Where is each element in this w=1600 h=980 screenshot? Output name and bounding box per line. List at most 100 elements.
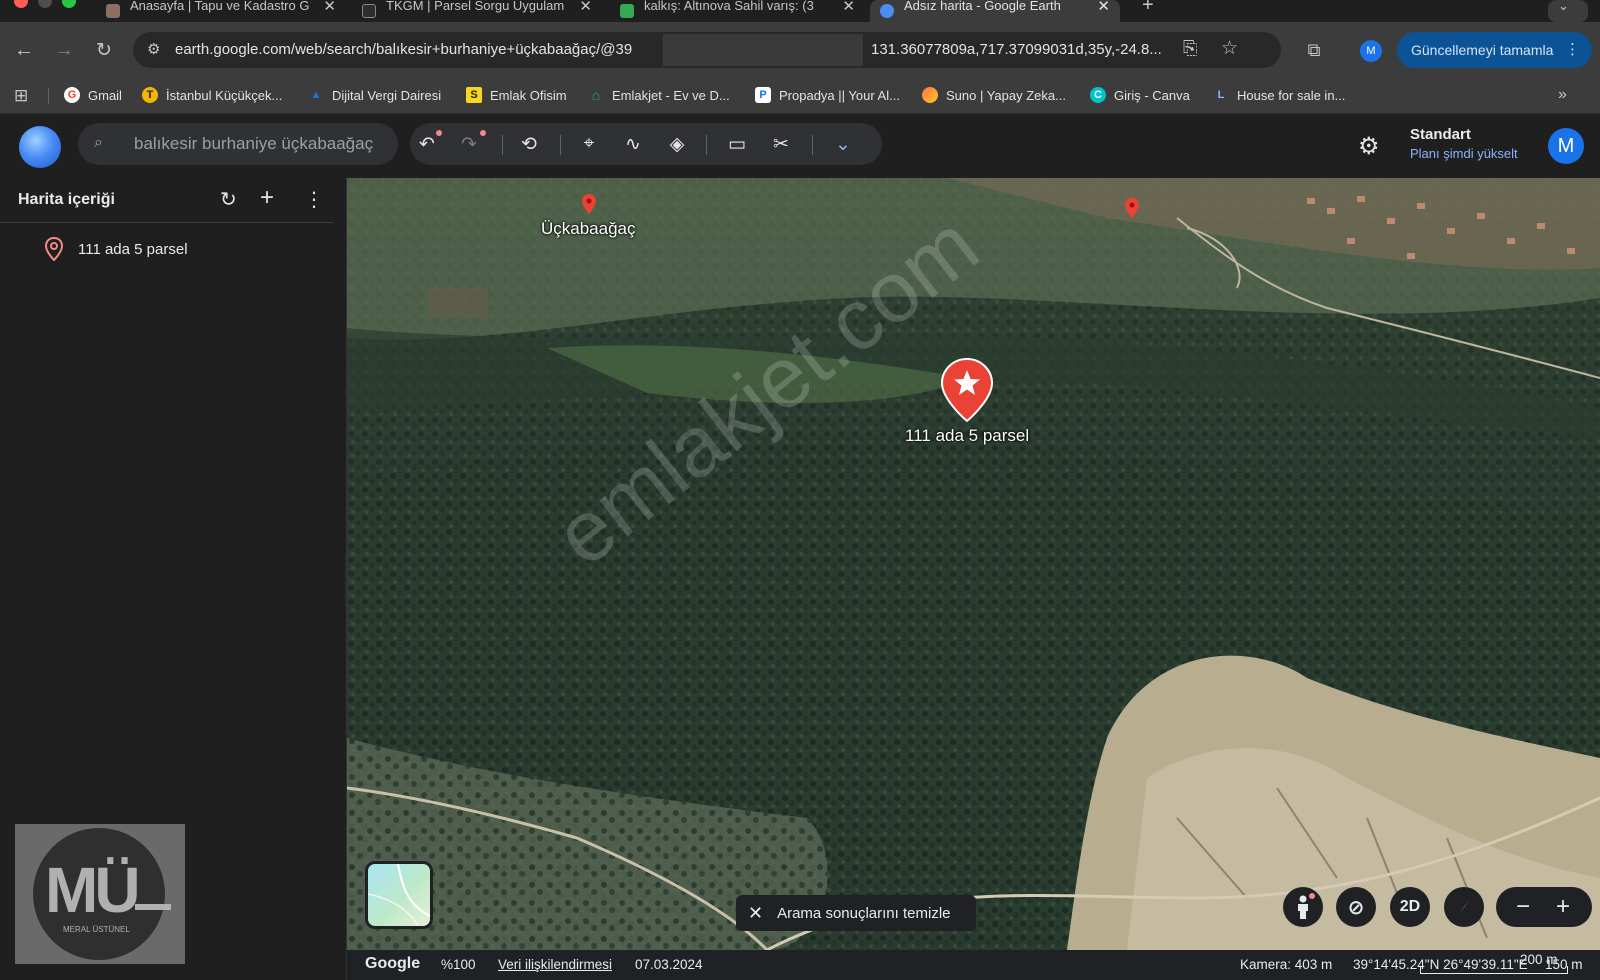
refresh-icon[interactable]: ↻ bbox=[220, 187, 237, 212]
search-input[interactable] bbox=[134, 133, 390, 155]
zoom-controls: − + bbox=[1496, 887, 1592, 927]
bookmark-star-icon[interactable]: ☆ bbox=[1221, 37, 1238, 60]
reload-icon[interactable]: ↻ bbox=[90, 36, 118, 64]
upgrade-plan-link[interactable]: Planı şimdi yükselt bbox=[1410, 146, 1518, 161]
panel-title: Harita içeriği bbox=[18, 191, 115, 208]
close-window-dot[interactable] bbox=[14, 0, 28, 8]
more-bookmarks-icon[interactable]: » bbox=[1558, 86, 1567, 104]
zoom-window-dot[interactable] bbox=[62, 0, 76, 8]
back-icon[interactable]: ← bbox=[10, 36, 38, 64]
tab-tkgm-parsel[interactable]: TKGM | Parsel Sorgu Uygulam ✕ bbox=[352, 0, 602, 22]
expand-toolbar-icon[interactable]: ⌄ bbox=[830, 131, 856, 157]
zoom-in-icon[interactable]: + bbox=[1556, 893, 1570, 921]
earth-search-box: ⌕ bbox=[78, 123, 398, 165]
tab-google-maps-route[interactable]: kalkış: Altınova Sahil varış: (3 ✕ bbox=[610, 0, 865, 22]
zoom-percent: %100 bbox=[441, 957, 476, 972]
update-button[interactable]: Güncellemeyi tamamla ⋮ bbox=[1397, 32, 1592, 68]
2d-toggle-button[interactable]: 2D bbox=[1390, 887, 1430, 927]
bookmark-propadya[interactable]: P Propadya || Your Al... bbox=[755, 87, 900, 103]
bookmark-label: Suno | Yapay Zeka... bbox=[946, 87, 1066, 103]
apps-grid-icon[interactable]: ⊞ bbox=[14, 86, 28, 106]
close-tab-icon[interactable]: ✕ bbox=[1097, 0, 1110, 15]
house-icon: ⌂ bbox=[591, 87, 601, 103]
minimize-window-dot[interactable] bbox=[38, 0, 52, 8]
bookmark-gmail[interactable]: G Gmail bbox=[64, 87, 122, 103]
coordinates: 39°14'45.24"N 26°49'39.11"E bbox=[1353, 957, 1528, 972]
bookmark-label: House for sale in... bbox=[1237, 87, 1346, 103]
pegman-icon bbox=[1298, 895, 1308, 919]
logo-letters: MÜ bbox=[45, 854, 137, 926]
list-item[interactable]: 111 ada 5 parsel bbox=[44, 237, 188, 261]
more-menu-icon[interactable]: ⋮ bbox=[1565, 40, 1580, 58]
pegman-button[interactable] bbox=[1283, 887, 1323, 927]
tilt-toggle-button[interactable]: ⊘ bbox=[1336, 887, 1376, 927]
bookmark-house-for-sale[interactable]: L House for sale in... bbox=[1213, 87, 1346, 103]
add-placemark-icon[interactable]: ⌖ bbox=[576, 131, 602, 157]
bookmark-emlak-ofisim[interactable]: S Emlak Ofisim bbox=[466, 87, 567, 103]
profile-avatar[interactable]: M bbox=[1360, 40, 1382, 62]
close-tab-icon[interactable]: ✕ bbox=[842, 0, 855, 15]
bookmark-label: İstanbul Küçükçek... bbox=[166, 87, 283, 103]
map-pin-icon[interactable] bbox=[1125, 198, 1139, 218]
user-avatar[interactable]: M bbox=[1548, 128, 1584, 164]
selected-placemark-icon[interactable] bbox=[941, 358, 993, 422]
address-bar[interactable]: ⚙ earth.google.com/web/search/balıkesir+… bbox=[133, 32, 1281, 68]
search-icon[interactable]: ⌕ bbox=[94, 134, 103, 152]
earth-header: ⌕ ↶ ↷ ⟲ ⌖ ∿ ◈ ▭ ✂ ⌄ ⚙ Standart Planı şim… bbox=[0, 115, 1600, 178]
l-icon: L bbox=[1217, 89, 1225, 101]
install-app-icon[interactable]: ⎘ bbox=[1183, 38, 1197, 59]
close-tab-icon[interactable]: ✕ bbox=[579, 0, 592, 15]
more-options-icon[interactable]: ⋮ bbox=[304, 187, 324, 212]
village-pin-icon[interactable] bbox=[582, 194, 596, 214]
map-style-thumbnail[interactable] bbox=[365, 861, 433, 929]
tab-favicon bbox=[362, 4, 376, 18]
place-label: Üçkabaağaç bbox=[541, 219, 636, 238]
redo-badge bbox=[480, 130, 486, 136]
close-tab-icon[interactable]: ✕ bbox=[323, 0, 336, 15]
zoom-out-icon[interactable]: − bbox=[1516, 893, 1530, 921]
url-text-tail: 131.36077809a,717.37099031d,35y,-24.8... bbox=[871, 41, 1162, 58]
add-icon[interactable]: + bbox=[260, 184, 274, 212]
toolbar-divider bbox=[502, 135, 503, 155]
tab-tapu-kadastro[interactable]: Anasayfa | Tapu ve Kadastro G ✕ bbox=[96, 0, 346, 22]
close-icon: ✕ bbox=[748, 902, 764, 923]
tools-icon[interactable]: ✂ bbox=[768, 131, 794, 157]
data-attribution-link[interactable]: Veri ilişkilendirmesi bbox=[498, 957, 612, 972]
google-earth-logo[interactable] bbox=[19, 126, 61, 168]
draw-path-icon[interactable]: ∿ bbox=[620, 131, 646, 157]
forward-icon[interactable]: → bbox=[50, 36, 78, 64]
bookmark-istanbul[interactable]: T İstanbul Küçükçek... bbox=[142, 87, 282, 103]
bookmark-label: Giriş - Canva bbox=[1114, 87, 1190, 103]
gib-icon: ▲ bbox=[310, 89, 322, 101]
extensions-icon[interactable]: ⧉ bbox=[1300, 36, 1328, 64]
bookmark-vergi[interactable]: ▲ Dijital Vergi Dairesi bbox=[308, 87, 442, 103]
new-tab-button[interactable]: + bbox=[1132, 0, 1162, 22]
compass-button[interactable] bbox=[1444, 887, 1484, 927]
list-item-label: 111 ada 5 parsel bbox=[78, 240, 188, 258]
tab-title: TKGM | Parsel Sorgu Uygulam bbox=[386, 0, 565, 13]
redo-icon[interactable]: ↷ bbox=[456, 131, 482, 157]
browser-toolbar: ← → ↻ ⚙ earth.google.com/web/search/balı… bbox=[0, 22, 1600, 78]
canva-icon: C bbox=[1090, 87, 1106, 103]
agency-logo: MÜ MERAL ÜSTÜNEL bbox=[15, 824, 185, 964]
bookmark-suno[interactable]: ● Suno | Yapay Zeka... bbox=[922, 87, 1066, 103]
bookmark-label: Emlakjet - Ev ve D... bbox=[612, 87, 730, 103]
bookmark-emlakjet[interactable]: ⌂ Emlakjet - Ev ve D... bbox=[588, 87, 730, 103]
tab-favicon bbox=[106, 4, 120, 18]
layers-icon[interactable]: ◈ bbox=[664, 131, 690, 157]
satellite-map[interactable]: Üçkabaağaç 111 ada 5 parsel emlakjet.com bbox=[347, 178, 1600, 950]
url-redaction bbox=[663, 34, 863, 66]
tab-search-button[interactable]: ⌄ bbox=[1548, 0, 1588, 22]
settings-gear-icon[interactable]: ⚙ bbox=[1358, 132, 1380, 161]
clear-search-results-button[interactable]: ✕ Arama sonuçlarını temizle bbox=[736, 895, 976, 931]
tab-google-earth[interactable]: Adsız harita - Google Earth ✕ bbox=[870, 0, 1120, 22]
bookmark-canva[interactable]: C Giriş - Canva bbox=[1090, 87, 1190, 103]
t-icon: T bbox=[142, 87, 158, 103]
bookmarks-bar: ⊞ G Gmail T İstanbul Küçükçek... ▲ Dijital … bbox=[0, 78, 1600, 114]
measure-icon[interactable]: ▭ bbox=[724, 131, 750, 157]
history-icon[interactable]: ⟲ bbox=[516, 131, 542, 157]
site-settings-icon[interactable]: ⚙ bbox=[147, 40, 160, 58]
tab-title: kalkış: Altınova Sahil varış: (3 bbox=[644, 0, 814, 13]
pegman-badge bbox=[1309, 893, 1315, 899]
google-icon: G bbox=[64, 87, 80, 103]
